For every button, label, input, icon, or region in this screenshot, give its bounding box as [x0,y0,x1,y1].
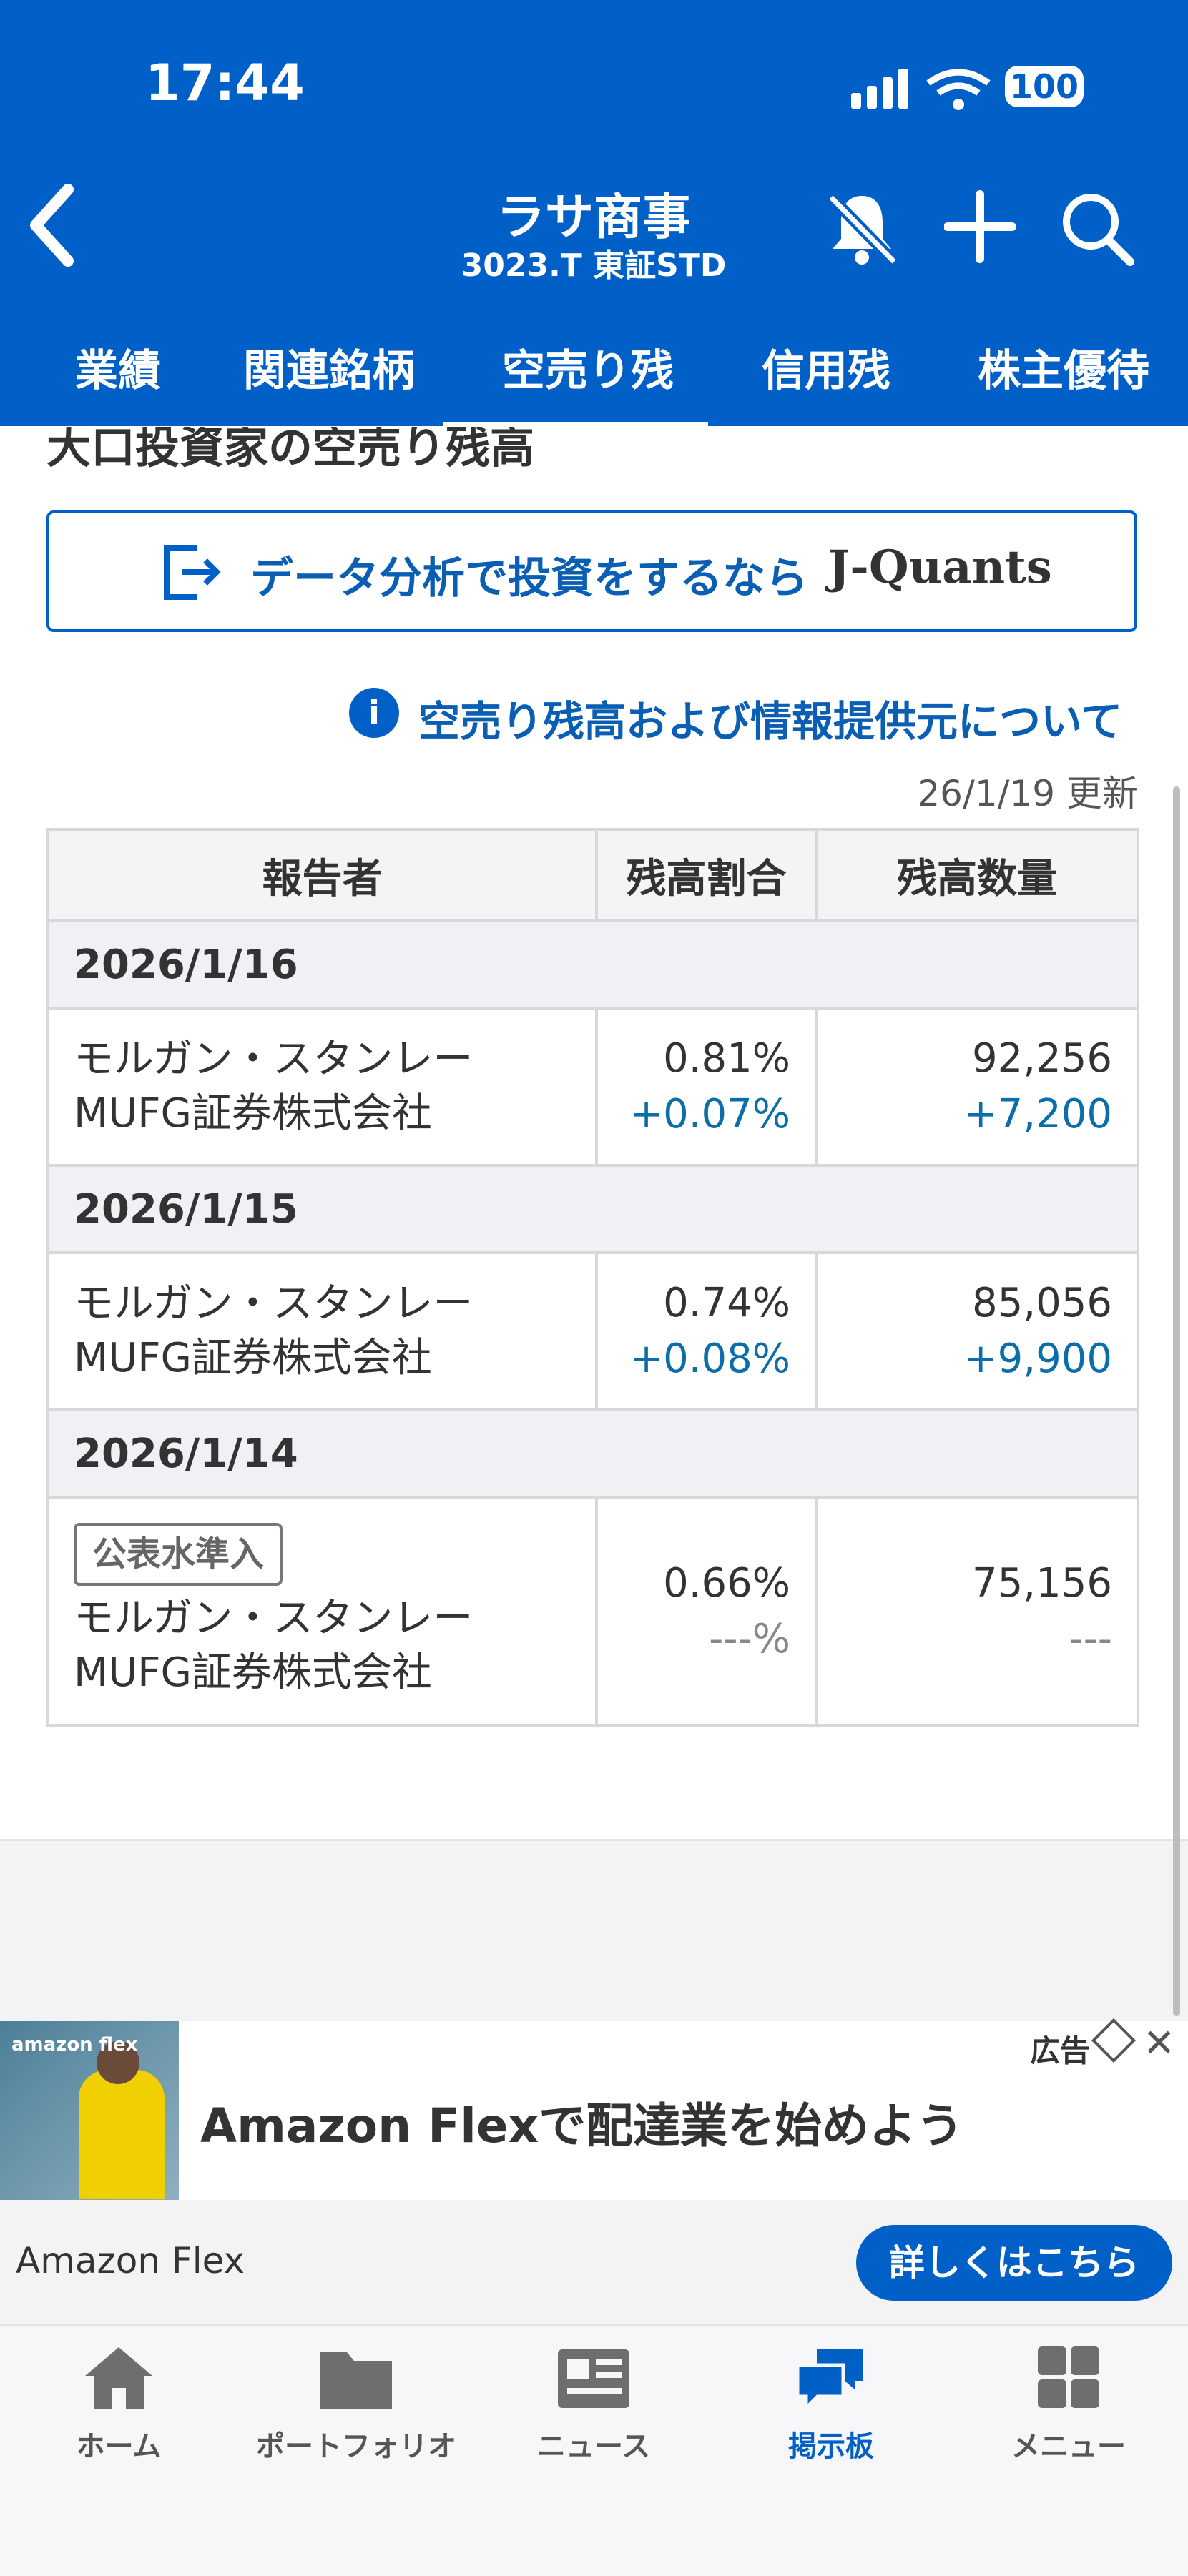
nav-item-menu[interactable]: メニュー [950,2344,1187,2464]
quantity-change: --- [1069,1616,1112,1662]
grid-icon [1038,2346,1099,2408]
nav-item-news[interactable]: ニュース [475,2344,712,2464]
reporter-name-line1: モルガン・スタンレー [74,1280,473,1327]
ratio-cell: 0.66% ---% [595,1496,818,1727]
active-tab-indicator [443,422,708,428]
ratio-cell: 0.81% +0.07% [595,1007,818,1167]
reporter-cell: モルガン・スタンレー MUFG証券株式会社 [46,1251,598,1411]
nav-item-board[interactable]: 掲示板 [712,2344,950,2464]
reporter-name-line2: MUFG証券株式会社 [74,1090,432,1137]
bell-muted-icon[interactable] [823,187,901,266]
date-label: 2026/1/14 [46,1408,1139,1499]
battery-indicator: 100 [1005,66,1084,107]
reporter-name-line1: モルガン・スタンレー [74,1036,473,1082]
date-row: 2026/1/16 [46,919,1139,1010]
reporter-cell: モルガン・スタンレー MUFG証券株式会社 [46,1007,598,1167]
page-title: ラサ商事 [496,189,691,246]
add-icon[interactable] [944,187,1016,266]
reporter-name-line2: MUFG証券株式会社 [74,1649,432,1696]
table-row[interactable]: 公表水準入 モルガン・スタンレー MUFG証券株式会社 0.66% ---% 7… [46,1496,1139,1727]
disclosure-badge: 公表水準入 [74,1523,283,1586]
ad-advertiser: Amazon Flex [16,2240,245,2281]
ad-image-brand: amazon flex [11,2034,138,2056]
ad-title[interactable]: Amazon Flexで配達業を始めよう [200,2088,963,2156]
nav-label: ポートフォリオ [256,2430,456,2463]
chat-icon [795,2349,863,2413]
ad-image-person [79,2070,165,2199]
scrollbar[interactable] [1173,786,1180,2016]
tab-related[interactable]: 関連銘柄 [243,336,415,398]
status-time: 17:44 [145,54,305,112]
quantity-value: 75,156 [972,1560,1112,1607]
signal-wifi-icons [851,69,991,110]
home-icon [85,2347,152,2409]
folder-icon [320,2352,392,2409]
header-reporter: 報告者 [46,828,598,922]
date-row: 2026/1/14 [46,1408,1139,1499]
quantity-value: 92,256 [972,1035,1112,1082]
ratio-cell: 0.74% +0.08% [595,1251,818,1411]
external-link-icon [164,545,221,600]
tab-margin[interactable]: 信用残 [762,336,890,398]
reporter-cell: 公表水準入 モルガン・スタンレー MUFG証券株式会社 [46,1496,598,1727]
quantity-cell: 85,056 +9,900 [815,1251,1139,1411]
ad-label: 広告 [1030,2033,1091,2068]
jquants-logo: J-Quants [828,541,1052,594]
nav-item-portfolio[interactable]: ポートフォリオ [237,2344,475,2464]
search-icon[interactable] [1059,187,1137,266]
tab-performance[interactable]: 業績 [75,336,161,398]
date-label: 2026/1/15 [46,1164,1139,1254]
table-header-row: 報告者 残高割合 残高数量 [46,828,1139,922]
quantity-value: 85,056 [972,1280,1112,1326]
nav-label: メニュー [1011,2430,1126,2463]
ratio-value: 0.81% [663,1035,790,1082]
header-ratio: 残高割合 [595,828,818,922]
table-row[interactable]: モルガン・スタンレー MUFG証券株式会社 0.74% +0.08% 85,05… [46,1251,1139,1411]
short-interest-table: 報告者 残高割合 残高数量 2026/1/16 モルガン・スタンレー MUFG証… [46,828,1139,1727]
tab-short-interest[interactable]: 空売り残 [502,336,674,398]
tab-shareholder-benefits[interactable]: 株主優待 [978,336,1149,398]
banner-text: データ分析で投資をするなら [250,553,808,603]
quantity-cell: 92,256 +7,200 [815,1007,1139,1167]
ad-cta-button[interactable]: 詳しくはこちら [856,2225,1172,2301]
info-link[interactable]: 空売り残高および情報提供元について [418,688,1122,748]
ratio-change: ---% [709,1616,790,1662]
ratio-value: 0.66% [663,1560,790,1607]
quantity-cell: 75,156 --- [815,1496,1139,1727]
newspaper-icon [558,2349,629,2408]
ratio-change: +0.07% [629,1091,790,1138]
quantity-change: +9,900 [963,1336,1112,1382]
quantity-change: +7,200 [963,1091,1112,1138]
nav-label: ニュース [537,2430,650,2463]
nav-label: ホーム [76,2430,162,2463]
ticker-subtitle: 3023.T 東証STD [461,247,727,284]
ratio-change: +0.08% [629,1336,790,1382]
reporter-name-line2: MUFG証券株式会社 [74,1335,432,1381]
nav-item-home[interactable]: ホーム [0,2344,237,2464]
date-row: 2026/1/15 [46,1164,1139,1254]
table-row[interactable]: モルガン・スタンレー MUFG証券株式会社 0.81% +0.07% 92,25… [46,1007,1139,1167]
info-icon: i [349,688,399,738]
nav-label: 掲示板 [788,2430,874,2463]
content-footer-area [0,1839,1188,2023]
back-icon[interactable] [25,182,82,268]
updated-timestamp: 26/1/19 更新 [917,773,1138,814]
ad-close-icon[interactable]: ✕ [1143,2020,1175,2066]
header-quantity: 残高数量 [815,828,1139,922]
reporter-name-line1: モルガン・スタンレー [74,1595,473,1642]
date-label: 2026/1/16 [46,919,1139,1010]
ratio-value: 0.74% [663,1280,790,1326]
